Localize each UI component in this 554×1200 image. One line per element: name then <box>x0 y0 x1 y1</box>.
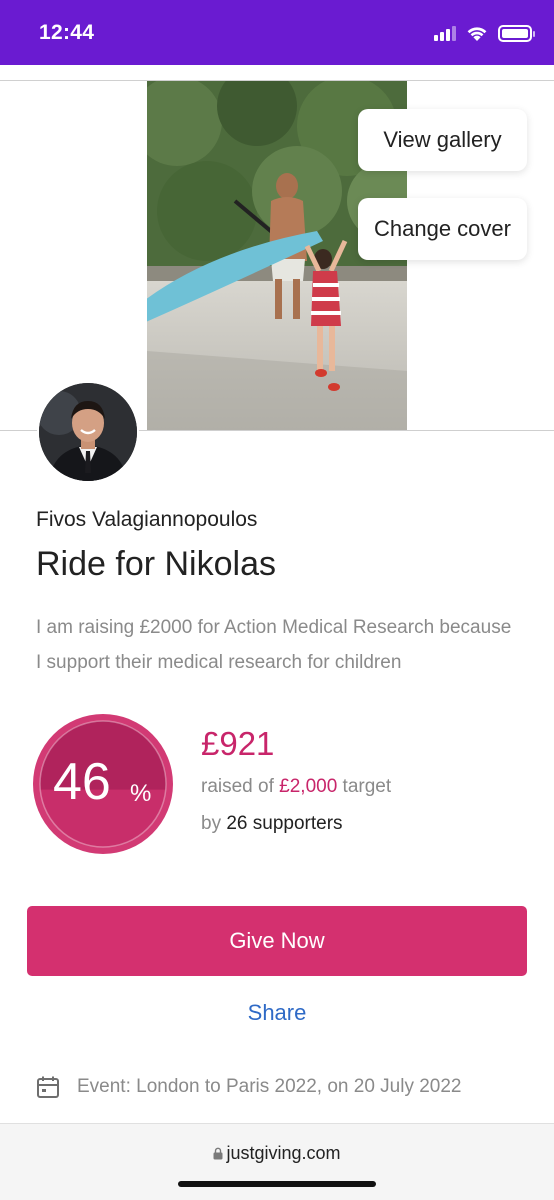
change-cover-button[interactable]: Change cover <box>358 198 527 260</box>
status-time: 12:44 <box>39 21 95 44</box>
wifi-icon <box>467 27 487 41</box>
calendar-icon <box>37 1076 59 1098</box>
status-icons <box>434 24 535 42</box>
event-text: Event: London to Paris 2022, on 20 July … <box>77 1076 462 1097</box>
home-indicator[interactable] <box>178 1181 376 1187</box>
target-line: raised of £2,000 target <box>201 776 392 797</box>
status-bar: 12:44 <box>0 0 554 65</box>
url-text: justgiving.com <box>226 1143 341 1163</box>
owner-name: Fivos Valagiannopoulos <box>36 508 258 531</box>
signal-icon <box>434 25 456 41</box>
progress-percent: 46 % <box>33 714 173 854</box>
raised-amount: £921 <box>201 725 275 762</box>
battery-icon <box>498 24 535 42</box>
page-title: Ride for Nikolas <box>36 545 276 583</box>
view-gallery-button[interactable]: View gallery <box>358 109 527 171</box>
give-now-button[interactable]: Give Now <box>27 906 527 976</box>
supporters-line: by 26 supporters <box>201 813 343 834</box>
share-link[interactable]: Share <box>0 1000 554 1026</box>
url-bar[interactable]: justgiving.com <box>0 1143 554 1164</box>
browser-bar: justgiving.com <box>0 1123 554 1200</box>
percent-value: 46 <box>53 753 111 811</box>
avatar <box>37 381 139 483</box>
lock-icon <box>213 1147 223 1160</box>
percent-sign: % <box>130 780 152 807</box>
target-amount: £2,000 <box>279 776 338 797</box>
supporters-count: 26 supporters <box>226 813 343 834</box>
page-description: I am raising £2000 for Action Medical Re… <box>36 617 512 673</box>
event-row: Event: London to Paris 2022, on 20 July … <box>36 1075 462 1099</box>
